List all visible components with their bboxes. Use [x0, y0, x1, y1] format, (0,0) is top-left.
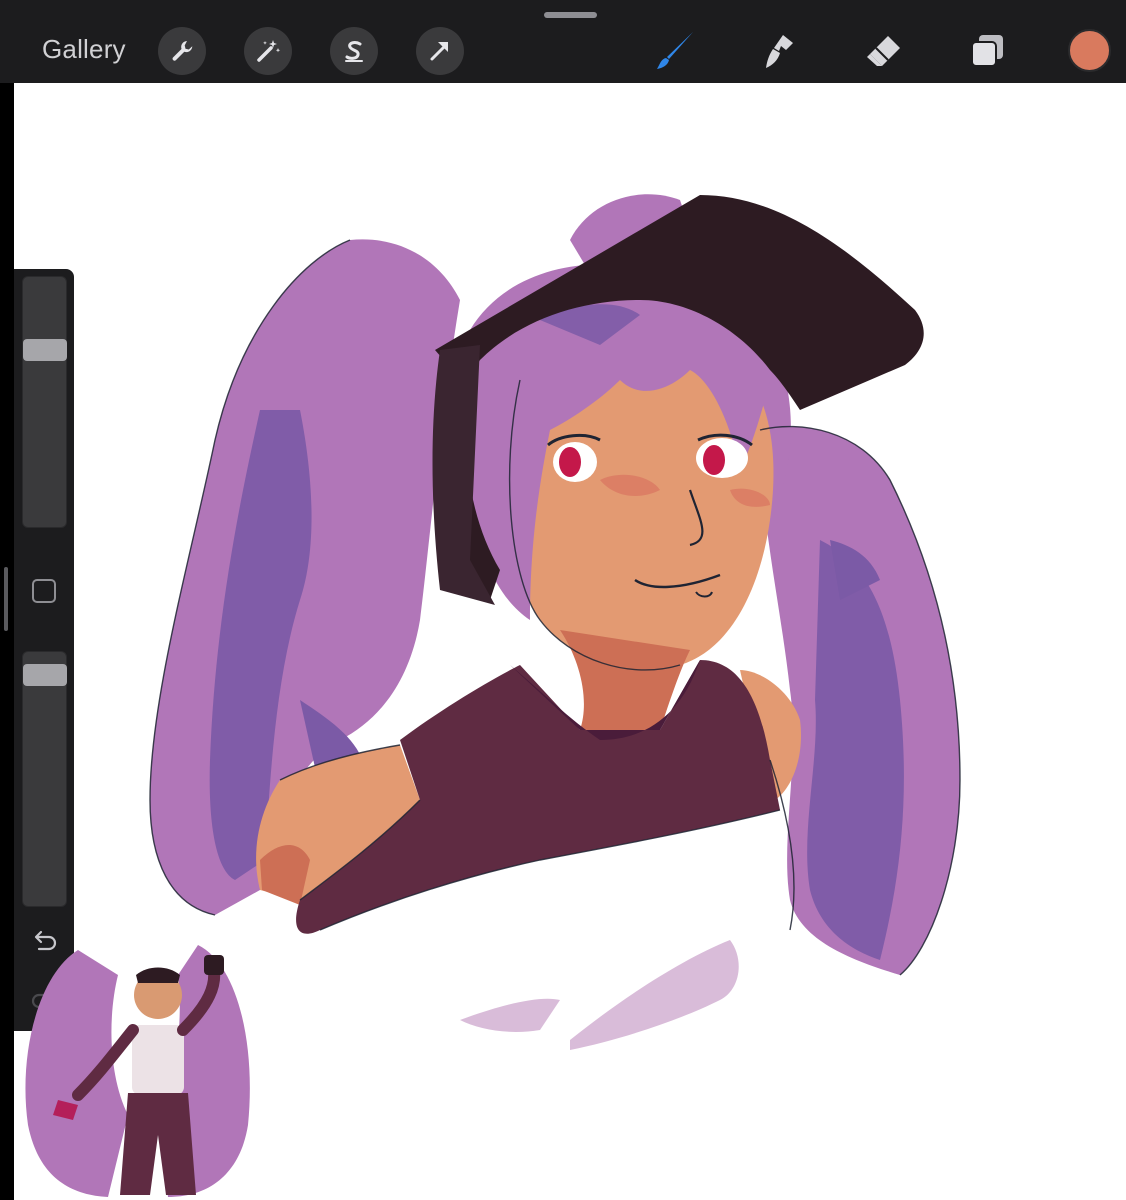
top-toolbar: Gallery: [0, 0, 1126, 83]
color-picker-button[interactable]: [1068, 29, 1111, 72]
selection-button[interactable]: [330, 27, 378, 75]
adjustments-button[interactable]: [244, 27, 292, 75]
smudge-icon: [766, 35, 793, 68]
transform-button[interactable]: [416, 27, 464, 75]
sidebar-drag-handle[interactable]: [4, 567, 8, 631]
actions-button[interactable]: [158, 27, 206, 75]
brush-icon: [657, 32, 693, 69]
eraser-icon: [867, 36, 900, 66]
gallery-button[interactable]: Gallery: [42, 34, 126, 65]
transform-arrow-icon: [430, 42, 448, 61]
right-eye: [703, 445, 725, 475]
eraser-button[interactable]: [860, 28, 906, 74]
magic-wand-icon: [257, 40, 281, 62]
layers-icon: [971, 35, 1003, 67]
screen-edge: [0, 83, 14, 1200]
smudge-button[interactable]: [756, 28, 802, 74]
left-eye: [559, 447, 581, 477]
reference-image: [25, 945, 250, 1197]
drag-handle[interactable]: [544, 12, 597, 18]
wrench-icon: [172, 41, 193, 61]
brush-button[interactable]: [652, 28, 698, 74]
layers-button[interactable]: [964, 28, 1010, 74]
selection-s-icon: [345, 41, 363, 62]
